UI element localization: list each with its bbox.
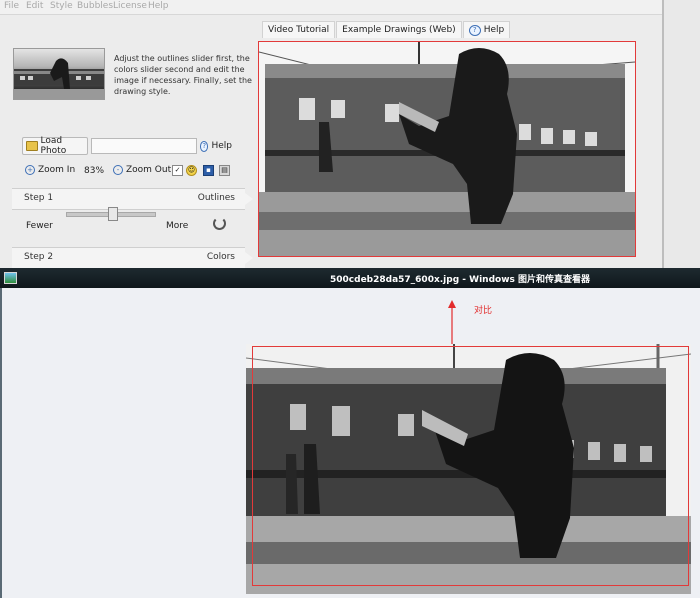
menu-file[interactable]: File [4,1,19,11]
menu-edit[interactable]: Edit [26,1,43,11]
zoom-level: 83% [84,166,105,176]
zoom-out-button[interactable]: - Zoom Out [113,165,171,175]
menu-style[interactable]: Style [50,1,73,11]
video-tutorial-label: Video Tutorial [268,25,330,35]
load-photo-button[interactable]: Load Photo [22,136,88,156]
top-tabs: Video Tutorial Example Drawings (Web) ? H… [262,21,511,38]
compare-highlight-frame [252,346,689,586]
step1-outlines-label: Outlines [197,193,235,203]
help-tab-label: Help [483,25,505,35]
menu-bar: File Edit Style Bubbles License Help [0,0,662,15]
photo-thumbnail [13,48,105,100]
menu-bubbles[interactable]: Bubbles [77,1,113,11]
zoom-in-button[interactable]: + Zoom In [25,165,75,175]
viewer-title: 500cdeb28da57_600x.jpg - Windows 图片和传真查看… [330,275,591,285]
folder-icon [26,141,38,151]
step2-title: Step 2 [24,252,54,262]
menu-license[interactable]: License [113,1,147,11]
viewer-app-icon [4,272,17,284]
instructions-text: Adjust the outlines slider first, the co… [114,54,252,96]
load-photo-label: Load Photo [40,136,67,156]
load-photo-help-button[interactable]: ? Help [197,137,235,155]
step2-colors-label: Colors [206,252,235,262]
checkbox-icon[interactable]: ✓ [172,165,183,176]
step2-header: Step 2 Colors [12,247,253,269]
photo-path-field[interactable] [91,138,197,154]
video-tutorial-tab[interactable]: Video Tutorial [262,21,336,38]
menu-help[interactable]: Help [148,1,169,11]
compare-annotation: 对比 [474,306,493,316]
comic-preview-drawing [259,42,635,256]
example-drawings-label: Example Drawings (Web) [342,25,456,35]
zoom-in-label: Zoom In [38,165,76,175]
step1-header: Step 1 Outlines [12,188,253,210]
reset-icon[interactable] [213,217,226,230]
zoom-out-icon: - [113,165,123,175]
comic-preview-image [258,41,636,257]
slider-fewer-label: Fewer [26,221,53,231]
help-tab[interactable]: ? Help [462,21,511,38]
smiley-icon[interactable]: ☺ [186,165,197,176]
step1-title: Step 1 [24,193,54,203]
zoom-in-icon: + [25,165,35,175]
save-icon[interactable]: ▪ [203,165,214,176]
example-drawings-tab[interactable]: Example Drawings (Web) [336,21,462,38]
slider-more-label: More [166,221,189,231]
zoom-out-label: Zoom Out [126,165,172,175]
thumbnail-image [14,58,104,99]
outlines-slider-thumb[interactable] [108,207,118,221]
print-icon[interactable]: ▤ [219,165,230,176]
help-icon: ? [200,140,209,152]
help-icon: ? [468,24,481,36]
load-photo-help-label: Help [211,141,232,151]
